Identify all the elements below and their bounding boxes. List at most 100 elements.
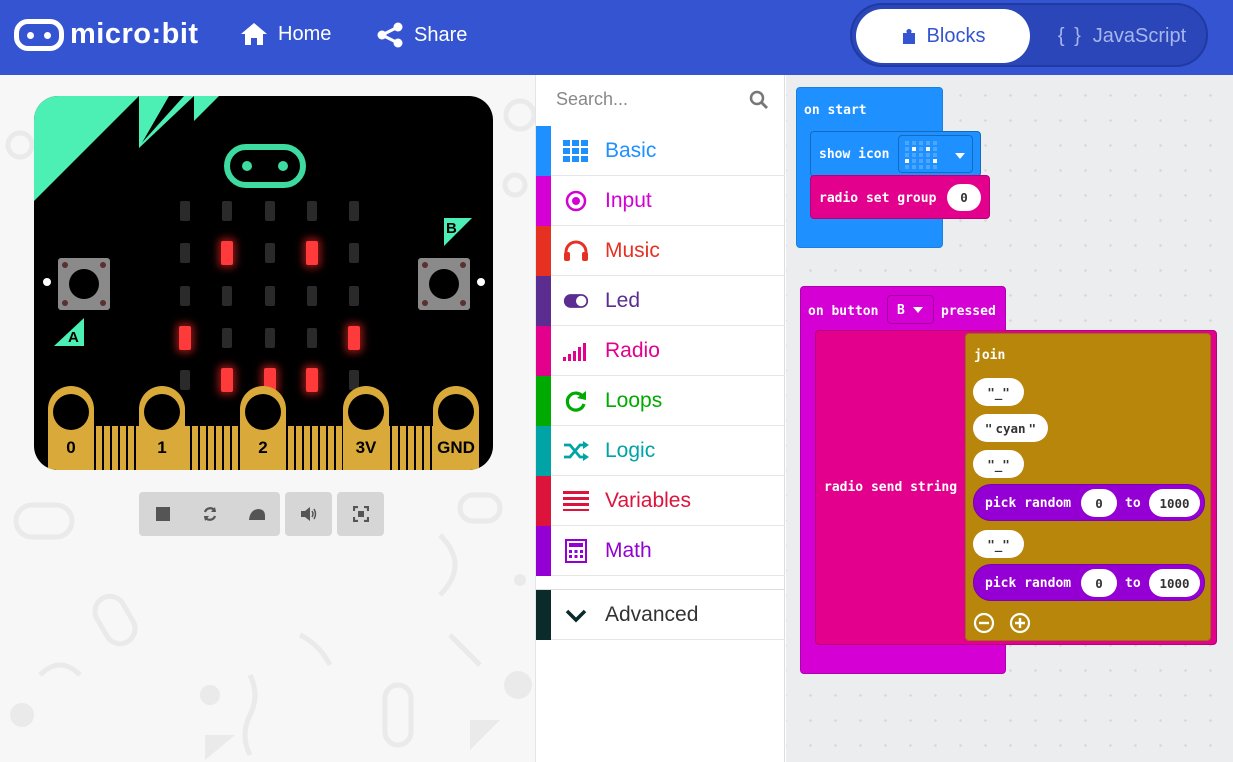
category-color-stripe [536, 376, 551, 426]
button-b-indicator [477, 278, 485, 286]
pin-3v-label: 3V [355, 438, 377, 457]
slow-motion-icon [248, 509, 265, 520]
icon-picker[interactable] [898, 135, 973, 173]
pin-0[interactable]: 0 [48, 386, 94, 470]
random-to-input-2[interactable]: 1000 [1149, 569, 1200, 597]
category-label: Basic [605, 139, 657, 162]
string-input-1[interactable]: " _ " [973, 378, 1024, 406]
pin-2-label: 2 [258, 438, 268, 457]
category-color-stripe [536, 276, 551, 326]
led-r2-c3 [307, 286, 317, 306]
category-color-stripe [536, 326, 551, 376]
show-icon-label: show icon [819, 147, 890, 162]
led-r4-c0 [180, 370, 190, 390]
toolbox-category-variables[interactable]: Variables [536, 476, 785, 526]
radio-set-group-label: radio set group [819, 191, 937, 206]
button-b[interactable] [418, 258, 470, 310]
restart-button[interactable] [186, 492, 233, 536]
led-r0-c2 [265, 201, 275, 221]
button-dropdown[interactable]: B [887, 295, 934, 324]
led-r4-c1 [221, 368, 233, 392]
toolbox-category-led[interactable]: Led [536, 276, 785, 326]
pick-random-label-2: pick random [985, 576, 1072, 591]
show-icon-block[interactable]: show icon [810, 131, 981, 177]
fullscreen-button[interactable] [337, 492, 384, 536]
chevron-down-icon [565, 609, 587, 623]
pin-3v[interactable]: 3V [343, 386, 389, 470]
pin-gnd[interactable]: GND [433, 386, 479, 470]
button-a-indicator [43, 278, 51, 286]
string-input-2[interactable]: " cyan " [973, 414, 1048, 442]
toolbox-search[interactable]: Search... [536, 75, 785, 126]
home-icon [241, 23, 267, 45]
home-button[interactable]: Home [240, 22, 331, 46]
random-to-input-1[interactable]: 1000 [1149, 489, 1200, 517]
string-value-1: _ [994, 384, 1003, 400]
group-value-input[interactable]: 0 [947, 184, 981, 211]
share-label: Share [414, 23, 468, 46]
toolbox: Search... Basic Input Music Led Radio Loops Lo… [535, 75, 785, 762]
pick-random-block-1[interactable]: pick random 0 to 1000 [973, 484, 1205, 521]
toolbox-category-loops[interactable]: Loops [536, 376, 785, 426]
board-corner-decoration [34, 96, 219, 201]
radio-set-group-block[interactable]: radio set group 0 [810, 175, 990, 219]
string-input-3[interactable]: " _ " [973, 450, 1024, 478]
pick-random-block-2[interactable]: pick random 0 to 1000 [973, 564, 1205, 601]
search-icon[interactable] [749, 90, 769, 110]
sim-control-group [139, 492, 280, 536]
slow-motion-button[interactable] [233, 492, 280, 536]
pin-2[interactable]: 2 [240, 386, 286, 470]
random-from-input-2[interactable]: 0 [1081, 569, 1117, 597]
share-button[interactable]: Share [376, 22, 467, 48]
search-input[interactable]: Search... [556, 89, 628, 110]
pressed-label: pressed [941, 304, 996, 319]
category-label: Input [605, 189, 652, 212]
share-icon [377, 22, 403, 48]
sim-audio-group [285, 492, 332, 536]
category-label: Logic [605, 439, 656, 462]
join-block[interactable]: join " _ " " cyan " " _ " pick random 0 to 100… [965, 333, 1211, 641]
sim-view-group [337, 492, 384, 536]
headphones-icon [563, 238, 589, 264]
toolbox-category-music[interactable]: Music [536, 226, 785, 276]
editor-toggle: Blocks { } JavaScript [850, 3, 1208, 67]
led-r2-c2 [265, 286, 275, 306]
random-from-input-1[interactable]: 0 [1081, 489, 1117, 517]
toolbox-category-math[interactable]: Math [536, 526, 785, 576]
category-label: Music [605, 239, 660, 262]
category-label: Loops [605, 389, 663, 412]
calculator-icon [563, 538, 589, 564]
blocks-workspace[interactable]: on start show icon radio set group 0 on … [786, 75, 1233, 762]
toolbox-category-radio[interactable]: Radio [536, 326, 785, 376]
string-input-4[interactable]: " _ " [973, 530, 1024, 558]
javascript-tab[interactable]: { } JavaScript [1042, 9, 1202, 63]
category-color-stripe [536, 426, 551, 476]
blocks-tab[interactable]: Blocks [856, 9, 1030, 63]
category-color-stripe [536, 526, 551, 576]
category-color-stripe [536, 226, 551, 276]
home-label: Home [278, 22, 332, 45]
toolbox-category-basic[interactable]: Basic [536, 126, 785, 176]
fullscreen-icon [352, 506, 369, 522]
button-a[interactable] [58, 258, 110, 310]
led-r3-c3 [307, 328, 317, 348]
led-r3-c0 [179, 326, 191, 350]
add-input-icon[interactable] [1009, 612, 1031, 634]
target-icon [563, 188, 589, 214]
button-dropdown-value: B [897, 303, 905, 318]
toolbox-advanced[interactable]: Advanced [536, 589, 785, 640]
string-value-3: _ [994, 456, 1003, 472]
toolbox-category-input[interactable]: Input [536, 176, 785, 226]
toolbox-category-logic[interactable]: Logic [536, 426, 785, 476]
microbit-logo[interactable]: micro:bit [14, 18, 199, 51]
to-label-1: to [1125, 496, 1141, 511]
led-r2-c1 [222, 286, 232, 306]
mute-button[interactable] [285, 492, 332, 536]
toggle-icon [563, 288, 589, 314]
pin-1[interactable]: 1 [139, 386, 185, 470]
string-value-4: _ [994, 536, 1003, 552]
simulator-toolbar [139, 492, 389, 536]
remove-input-icon[interactable] [973, 612, 995, 634]
stop-icon [155, 507, 170, 521]
stop-button[interactable] [139, 492, 186, 536]
